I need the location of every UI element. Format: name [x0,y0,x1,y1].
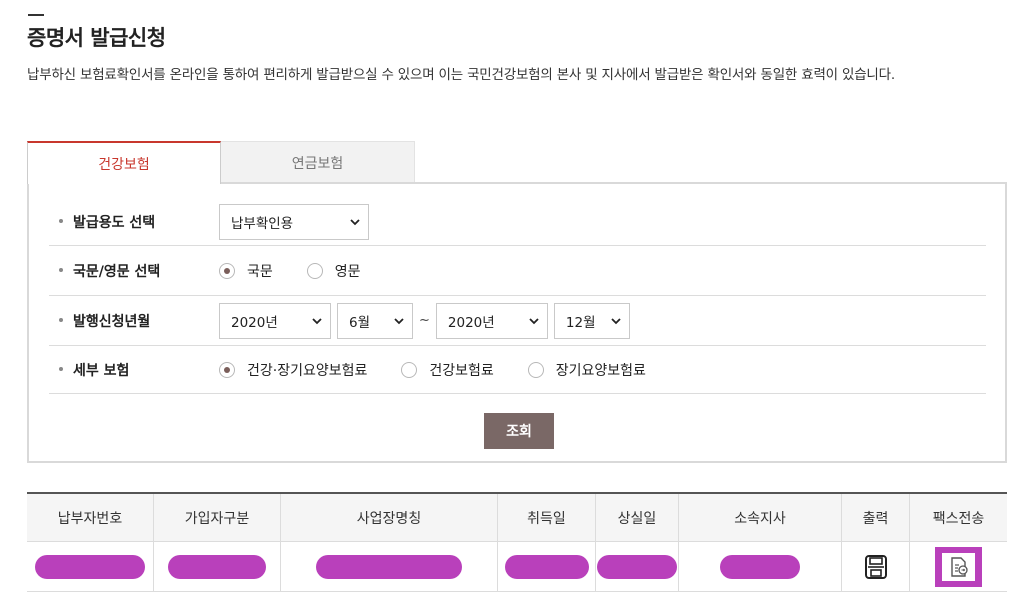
radio-dot [401,361,418,378]
to-year-select[interactable]: 2020년 [435,302,548,339]
insurance-tabs: 건강보험 연금보험 [27,141,415,184]
header-fax: 팩스전송 [932,510,985,527]
fax-icon-frame [942,552,975,581]
redacted-value [35,554,145,579]
tab-pension-insurance[interactable]: 연금보험 [221,141,415,183]
redacted-value [720,554,800,579]
redacted-value [597,554,677,579]
radio-health-label: 건강보험료 [429,362,494,379]
to-month-value: 12월 [565,314,596,331]
page-title: 증명서 발급신청 [27,26,166,50]
result-table: 납부자번호 가입자구분 사업장명칭 취득일 상실일 소속지사 출력 팩스전송 [27,492,1007,592]
cell-payer-number [27,542,154,591]
table-header: 납부자번호 가입자구분 사업장명칭 취득일 상실일 소속지사 출력 팩스전송 [27,492,1007,542]
insurance-type-row: 세부 보험 건강·장기요양보험료 건강보험료 장기요양보험료 [49,346,986,394]
radio-health-longterm-label: 건강·장기요양보험료 [247,362,368,379]
radio-health[interactable]: 건강보험료 [401,360,494,380]
header-workplace-name: 사업장명칭 [281,494,498,541]
table-row [27,542,1007,592]
radio-dot [527,361,544,378]
radio-dot [306,262,323,279]
to-month-select[interactable]: 12월 [553,302,630,339]
header-subscriber-type: 가입자구분 [154,494,281,541]
cell-subscriber-type [154,542,281,591]
cell-branch [679,542,842,591]
cell-loss-date [596,542,679,591]
radio-health-longterm[interactable]: 건강·장기요양보험료 [219,360,367,380]
language-row: 국문/영문 선택 국문 영문 [49,246,986,296]
chevron-down-icon [312,317,322,324]
title-accent-bar [28,14,44,16]
radio-korean[interactable]: 국문 [219,261,273,281]
cell-workplace-name [281,542,498,591]
radio-english[interactable]: 영문 [306,261,361,281]
period-row: 발행신청년월 2020년 6월 ~ 2020년 12월 [49,296,986,346]
search-form-panel: 발급용도 선택 납부확인용 국문/영문 선택 국문 영문 발행신청년월 2020… [27,182,1007,463]
cell-acquisition-date [498,542,596,591]
cell-print [842,542,910,591]
header-loss-date: 상실일 [596,494,679,541]
redacted-value [316,554,462,579]
redacted-value [504,554,589,579]
purpose-row: 발급용도 선택 납부확인용 [49,198,986,246]
from-month-select[interactable]: 6월 [337,302,413,339]
printer-icon[interactable] [864,554,888,580]
radio-dot-checked [219,361,235,378]
period-separator: ~ [419,313,430,328]
from-month-value: 6월 [349,314,371,331]
to-year-value: 2020년 [447,314,495,331]
chevron-down-icon [394,317,404,324]
tab-health-insurance[interactable]: 건강보험 [27,141,221,184]
radio-korean-label: 국문 [247,263,273,280]
from-year-select[interactable]: 2020년 [219,302,331,339]
from-year-value: 2020년 [231,314,278,331]
header-acquisition-date: 취득일 [498,494,596,541]
fax-document-icon [950,556,968,577]
header-branch: 소속지사 [679,494,842,541]
radio-longterm[interactable]: 장기요양보험료 [527,360,646,380]
radio-dot-checked [219,262,235,279]
purpose-select-value: 납부확인용 [231,215,294,232]
language-label: 국문/영문 선택 [49,261,219,281]
page-description: 납부하신 보험료확인서를 온라인을 통하여 편리하게 발급받으실 수 있으며 이… [27,67,895,83]
chevron-down-icon [529,317,539,324]
redacted-value [168,554,266,579]
period-label: 발행신청년월 [49,311,219,331]
chevron-down-icon [350,218,360,225]
cell-fax [910,542,1007,591]
header-payer-number: 납부자번호 [27,494,154,541]
chevron-down-icon [611,317,621,324]
purpose-label: 발급용도 선택 [49,212,219,232]
purpose-select[interactable]: 납부확인용 [219,203,369,240]
search-button[interactable]: 조회 [484,413,554,449]
insurance-type-label: 세부 보험 [49,360,219,380]
radio-longterm-label: 장기요양보험료 [555,362,646,379]
header-print: 출력 [842,494,910,541]
radio-english-label: 영문 [334,263,361,280]
fax-send-button[interactable] [935,546,982,587]
